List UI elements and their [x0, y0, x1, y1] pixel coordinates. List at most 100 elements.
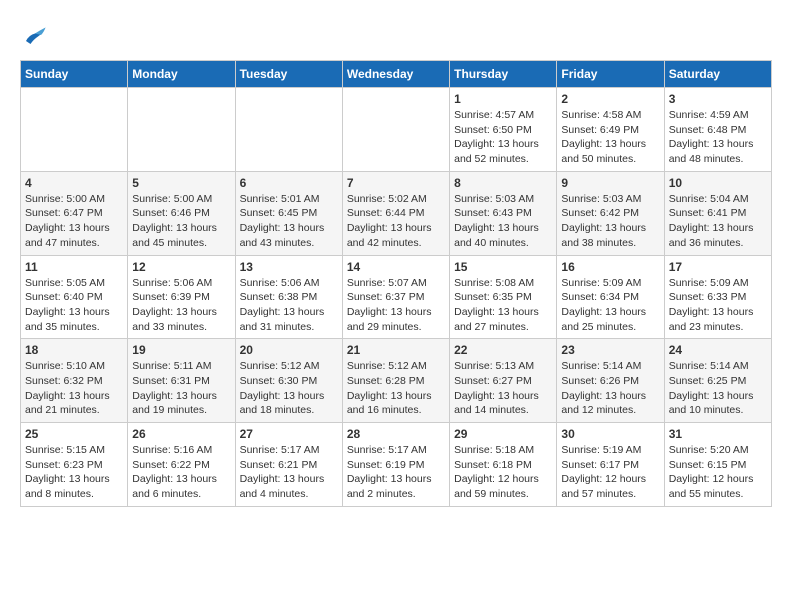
day-info: Sunrise: 5:13 AM Sunset: 6:27 PM Dayligh…: [454, 359, 552, 418]
day-number: 7: [347, 176, 445, 190]
calendar-cell: 20Sunrise: 5:12 AM Sunset: 6:30 PM Dayli…: [235, 339, 342, 423]
calendar-week-3: 11 Sunrise: 5:05 AM Sunset: 6:40 PM Dayli…: [21, 255, 772, 339]
day-info: Sunrise: 5:08 AM Sunset: 6:35 PM Dayligh…: [454, 276, 552, 335]
calendar-cell: 26 Sunrise: 5:16 AM Sunset: 6:22 PM Dayli…: [128, 423, 235, 507]
calendar-cell: 22 Sunrise: 5:13 AM Sunset: 6:27 PM Dayli…: [450, 339, 557, 423]
calendar-header-row: SundayMondayTuesdayWednesdayThursdayFrid…: [21, 61, 772, 88]
day-info: Sunrise: 5:09 AM Sunset: 6:34 PM Dayligh…: [561, 276, 659, 335]
calendar-week-5: 25 Sunrise: 5:15 AM Sunset: 6:23 PM Dayli…: [21, 423, 772, 507]
day-info: Sunrise: 5:20 AM Sunset: 6:15 PM Dayligh…: [669, 443, 767, 502]
logo: [20, 20, 54, 50]
day-info: Sunrise: 5:12 AM Sunset: 6:30 PM Dayligh…: [240, 359, 338, 418]
calendar-cell: 21 Sunrise: 5:12 AM Sunset: 6:28 PM Dayli…: [342, 339, 449, 423]
calendar-cell: 24 Sunrise: 5:14 AM Sunset: 6:25 PM Dayli…: [664, 339, 771, 423]
day-number: 14: [347, 260, 445, 274]
day-info: Sunrise: 5:17 AM Sunset: 6:21 PM Dayligh…: [240, 443, 338, 502]
day-number: 8: [454, 176, 552, 190]
calendar-cell: 7 Sunrise: 5:02 AM Sunset: 6:44 PM Daylig…: [342, 171, 449, 255]
day-number: 24: [669, 343, 767, 357]
day-info: Sunrise: 5:06 AM Sunset: 6:39 PM Dayligh…: [132, 276, 230, 335]
day-number: 30: [561, 427, 659, 441]
calendar-cell: 16 Sunrise: 5:09 AM Sunset: 6:34 PM Dayli…: [557, 255, 664, 339]
weekday-header-monday: Monday: [128, 61, 235, 88]
day-number: 17: [669, 260, 767, 274]
day-number: 16: [561, 260, 659, 274]
day-number: 9: [561, 176, 659, 190]
calendar-cell: [21, 88, 128, 172]
day-info: Sunrise: 5:02 AM Sunset: 6:44 PM Dayligh…: [347, 192, 445, 251]
day-number: 11: [25, 260, 123, 274]
day-number: 21: [347, 343, 445, 357]
calendar-week-4: 18 Sunrise: 5:10 AM Sunset: 6:32 PM Dayli…: [21, 339, 772, 423]
day-number: 18: [25, 343, 123, 357]
calendar-cell: 19Sunrise: 5:11 AM Sunset: 6:31 PM Dayli…: [128, 339, 235, 423]
day-number: 6: [240, 176, 338, 190]
calendar-cell: 14 Sunrise: 5:07 AM Sunset: 6:37 PM Dayli…: [342, 255, 449, 339]
day-info: Sunrise: 5:05 AM Sunset: 6:40 PM Dayligh…: [25, 276, 123, 335]
day-number: 12: [132, 260, 230, 274]
weekday-header-sunday: Sunday: [21, 61, 128, 88]
calendar-cell: 4 Sunrise: 5:00 AM Sunset: 6:47 PM Daylig…: [21, 171, 128, 255]
calendar-cell: 11 Sunrise: 5:05 AM Sunset: 6:40 PM Dayli…: [21, 255, 128, 339]
day-number: 13: [240, 260, 338, 274]
logo-icon: [20, 20, 50, 50]
day-number: 28: [347, 427, 445, 441]
calendar-cell: 31Sunrise: 5:20 AM Sunset: 6:15 PM Dayli…: [664, 423, 771, 507]
day-info: Sunrise: 5:12 AM Sunset: 6:28 PM Dayligh…: [347, 359, 445, 418]
calendar-cell: [128, 88, 235, 172]
weekday-header-wednesday: Wednesday: [342, 61, 449, 88]
day-info: Sunrise: 5:00 AM Sunset: 6:47 PM Dayligh…: [25, 192, 123, 251]
calendar-cell: 28Sunrise: 5:17 AM Sunset: 6:19 PM Dayli…: [342, 423, 449, 507]
day-info: Sunrise: 5:07 AM Sunset: 6:37 PM Dayligh…: [347, 276, 445, 335]
day-number: 23: [561, 343, 659, 357]
day-info: Sunrise: 5:03 AM Sunset: 6:43 PM Dayligh…: [454, 192, 552, 251]
day-number: 10: [669, 176, 767, 190]
day-info: Sunrise: 5:01 AM Sunset: 6:45 PM Dayligh…: [240, 192, 338, 251]
calendar-cell: 2Sunrise: 4:58 AM Sunset: 6:49 PM Daylig…: [557, 88, 664, 172]
day-number: 26: [132, 427, 230, 441]
calendar-cell: 30 Sunrise: 5:19 AM Sunset: 6:17 PM Dayli…: [557, 423, 664, 507]
weekday-header-friday: Friday: [557, 61, 664, 88]
calendar: SundayMondayTuesdayWednesdayThursdayFrid…: [20, 60, 772, 507]
day-info: Sunrise: 5:11 AM Sunset: 6:31 PM Dayligh…: [132, 359, 230, 418]
calendar-cell: 25 Sunrise: 5:15 AM Sunset: 6:23 PM Dayli…: [21, 423, 128, 507]
calendar-cell: 12 Sunrise: 5:06 AM Sunset: 6:39 PM Dayli…: [128, 255, 235, 339]
day-info: Sunrise: 5:04 AM Sunset: 6:41 PM Dayligh…: [669, 192, 767, 251]
day-info: Sunrise: 5:10 AM Sunset: 6:32 PM Dayligh…: [25, 359, 123, 418]
day-number: 2: [561, 92, 659, 106]
day-info: Sunrise: 4:59 AM Sunset: 6:48 PM Dayligh…: [669, 108, 767, 167]
calendar-cell: 9 Sunrise: 5:03 AM Sunset: 6:42 PM Daylig…: [557, 171, 664, 255]
day-number: 27: [240, 427, 338, 441]
day-info: Sunrise: 5:16 AM Sunset: 6:22 PM Dayligh…: [132, 443, 230, 502]
calendar-cell: 23 Sunrise: 5:14 AM Sunset: 6:26 PM Dayli…: [557, 339, 664, 423]
calendar-cell: 29 Sunrise: 5:18 AM Sunset: 6:18 PM Dayli…: [450, 423, 557, 507]
calendar-cell: 10 Sunrise: 5:04 AM Sunset: 6:41 PM Dayli…: [664, 171, 771, 255]
calendar-cell: 1 Sunrise: 4:57 AM Sunset: 6:50 PM Daylig…: [450, 88, 557, 172]
day-number: 25: [25, 427, 123, 441]
header-section: [20, 20, 772, 50]
day-number: 1: [454, 92, 552, 106]
day-info: Sunrise: 5:03 AM Sunset: 6:42 PM Dayligh…: [561, 192, 659, 251]
day-number: 22: [454, 343, 552, 357]
day-info: Sunrise: 5:14 AM Sunset: 6:26 PM Dayligh…: [561, 359, 659, 418]
calendar-cell: 13Sunrise: 5:06 AM Sunset: 6:38 PM Dayli…: [235, 255, 342, 339]
day-info: Sunrise: 5:15 AM Sunset: 6:23 PM Dayligh…: [25, 443, 123, 502]
day-info: Sunrise: 4:57 AM Sunset: 6:50 PM Dayligh…: [454, 108, 552, 167]
day-number: 29: [454, 427, 552, 441]
calendar-cell: 17 Sunrise: 5:09 AM Sunset: 6:33 PM Dayli…: [664, 255, 771, 339]
calendar-cell: 3Sunrise: 4:59 AM Sunset: 6:48 PM Daylig…: [664, 88, 771, 172]
weekday-header-thursday: Thursday: [450, 61, 557, 88]
calendar-week-2: 4 Sunrise: 5:00 AM Sunset: 6:47 PM Daylig…: [21, 171, 772, 255]
day-info: Sunrise: 5:14 AM Sunset: 6:25 PM Dayligh…: [669, 359, 767, 418]
day-number: 15: [454, 260, 552, 274]
day-info: Sunrise: 5:18 AM Sunset: 6:18 PM Dayligh…: [454, 443, 552, 502]
calendar-cell: 27 Sunrise: 5:17 AM Sunset: 6:21 PM Dayli…: [235, 423, 342, 507]
calendar-cell: [235, 88, 342, 172]
calendar-week-1: 1 Sunrise: 4:57 AM Sunset: 6:50 PM Daylig…: [21, 88, 772, 172]
weekday-header-tuesday: Tuesday: [235, 61, 342, 88]
day-number: 4: [25, 176, 123, 190]
calendar-cell: 15 Sunrise: 5:08 AM Sunset: 6:35 PM Dayli…: [450, 255, 557, 339]
day-info: Sunrise: 5:09 AM Sunset: 6:33 PM Dayligh…: [669, 276, 767, 335]
day-info: Sunrise: 5:19 AM Sunset: 6:17 PM Dayligh…: [561, 443, 659, 502]
calendar-cell: [342, 88, 449, 172]
